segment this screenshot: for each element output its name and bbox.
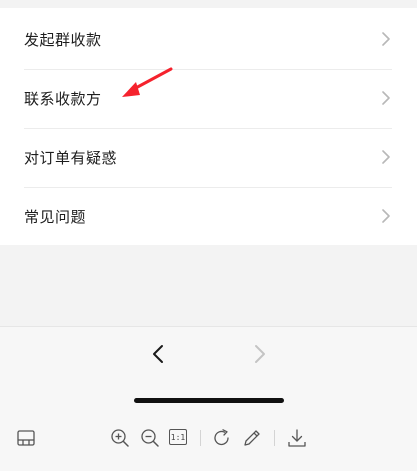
download-icon <box>288 429 306 447</box>
navigation-bar <box>0 327 417 407</box>
menu-item-label: 常见问题 <box>24 207 87 226</box>
chevron-right-icon <box>380 32 392 46</box>
sidebar-toggle-icon <box>17 430 35 446</box>
empty-panel-area <box>0 245 417 327</box>
chevron-right-icon <box>255 345 265 363</box>
download-button[interactable] <box>286 427 308 449</box>
edit-button[interactable] <box>241 427 263 449</box>
menu-list: 发起群收款 联系收款方 对订单有疑惑 常见问题 <box>0 8 417 245</box>
back-button[interactable] <box>146 342 170 366</box>
bottom-toolbar: 1:1 <box>0 407 417 471</box>
actual-size-button[interactable]: 1:1 <box>169 429 187 445</box>
zoom-in-icon <box>111 429 129 447</box>
rotate-button[interactable] <box>211 427 233 449</box>
menu-item-label: 发起群收款 <box>24 30 102 49</box>
menu-item-group-collect[interactable]: 发起群收款 <box>24 10 392 68</box>
menu-item-contact-payee[interactable]: 联系收款方 <box>24 69 392 127</box>
menu-item-order-question[interactable]: 对订单有疑惑 <box>24 128 392 186</box>
forward-button[interactable] <box>248 342 272 366</box>
sidebar-toggle-button[interactable] <box>15 427 37 449</box>
home-indicator <box>134 398 284 403</box>
chevron-right-icon <box>380 209 392 223</box>
chevron-right-icon <box>380 91 392 105</box>
toolbar-separator <box>274 430 275 446</box>
menu-item-label: 对订单有疑惑 <box>24 148 118 167</box>
toolbar-separator <box>200 430 201 446</box>
zoom-out-icon <box>141 429 159 447</box>
rotate-icon <box>214 429 229 446</box>
pencil-icon <box>244 430 260 446</box>
zoom-in-button[interactable] <box>109 427 131 449</box>
chevron-right-icon <box>380 150 392 164</box>
menu-item-faq[interactable]: 常见问题 <box>24 187 392 245</box>
menu-item-label: 联系收款方 <box>24 89 102 108</box>
zoom-out-button[interactable] <box>139 427 161 449</box>
chevron-left-icon <box>153 345 163 363</box>
top-strip <box>0 0 417 8</box>
